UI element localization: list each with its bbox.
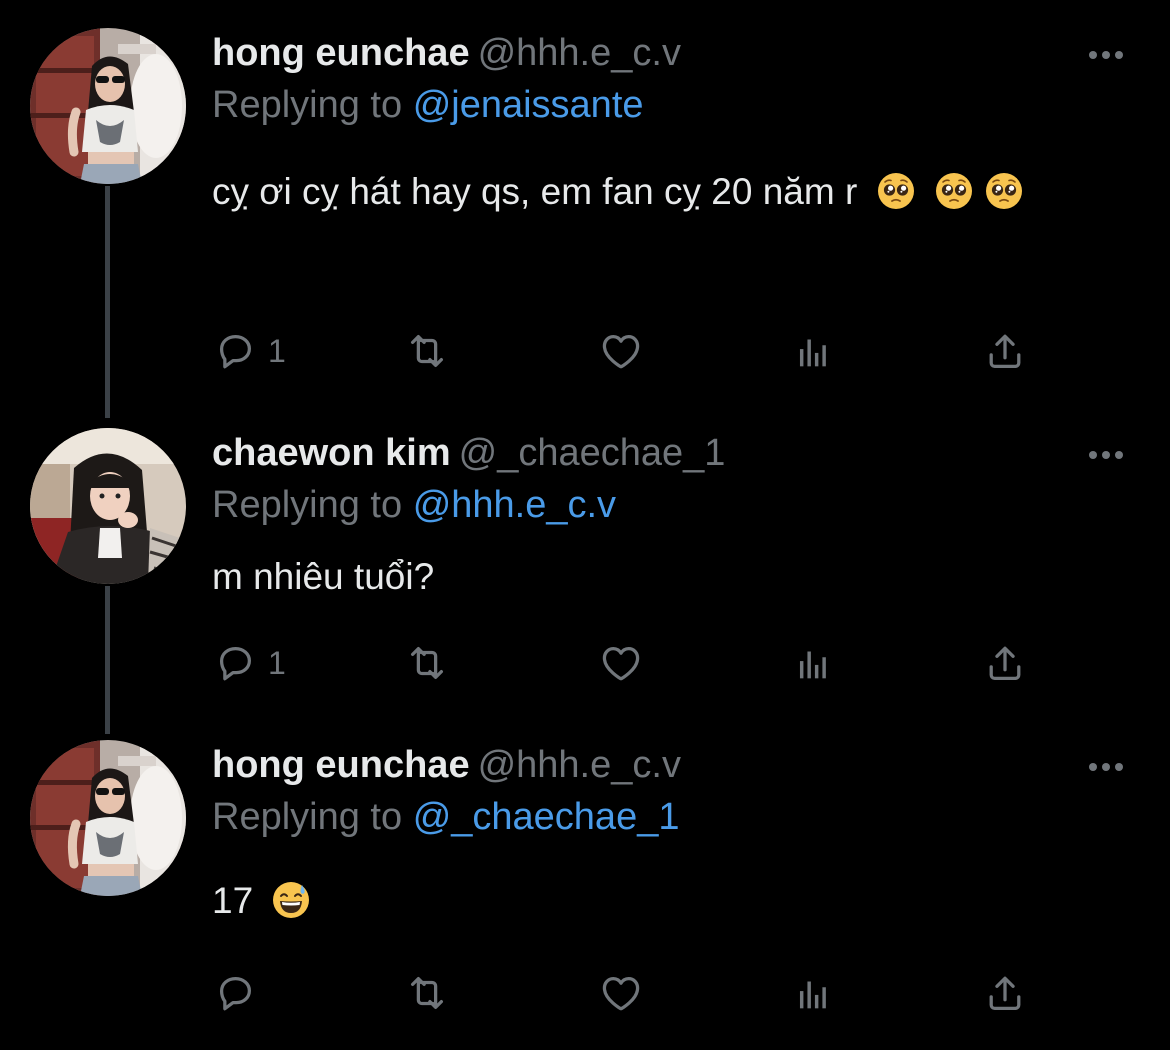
- pleading-face-emoji: [934, 171, 974, 211]
- avatar[interactable]: [30, 428, 186, 584]
- retweet-button[interactable]: [404, 640, 450, 686]
- share-icon: [982, 970, 1028, 1016]
- views-chart-icon: [790, 640, 836, 686]
- user-handle[interactable]: @hhh.e_c.v: [478, 744, 681, 786]
- retweet-icon: [404, 640, 450, 686]
- mention-link[interactable]: @jenaissante: [413, 84, 644, 126]
- reply-button[interactable]: [212, 970, 268, 1016]
- share-icon: [982, 640, 1028, 686]
- replying-to: Replying to @jenaissante: [212, 82, 644, 128]
- tweet-text: m nhiêu tuổi?: [212, 548, 1112, 606]
- tweet[interactable]: chaewon kim @_chaechae_1 Replying to @hhh…: [0, 400, 1170, 710]
- tweet-actions: [212, 970, 1112, 1020]
- reply-count: 1: [268, 644, 286, 681]
- views-button[interactable]: [790, 328, 836, 374]
- reply-button[interactable]: 1: [212, 640, 286, 686]
- replying-to: Replying to @hhh.e_c.v: [212, 482, 616, 528]
- share-icon: [982, 328, 1028, 374]
- tweet-actions: 1: [212, 640, 1112, 690]
- tweet-text: cỵ ơi cỵ hát hay qs, em fan cỵ 20 năm r: [212, 163, 1112, 221]
- display-name[interactable]: hong eunchae: [212, 32, 470, 74]
- tweet-text: 17: [212, 872, 1112, 930]
- retweet-button[interactable]: [404, 970, 450, 1016]
- grinning-sweat-emoji: [271, 880, 311, 920]
- retweet-icon: [404, 970, 450, 1016]
- conversation-thread: hong eunchae @hhh.e_c.v Replying to @jena…: [0, 0, 1170, 1050]
- like-button[interactable]: [598, 640, 644, 686]
- like-button[interactable]: [598, 328, 644, 374]
- tweet-header: hong eunchae @hhh.e_c.v: [212, 30, 681, 76]
- heart-icon: [598, 640, 644, 686]
- views-button[interactable]: [790, 970, 836, 1016]
- replying-prefix: Replying to: [212, 796, 403, 838]
- like-button[interactable]: [598, 970, 644, 1016]
- more-dots-icon[interactable]: [1086, 448, 1126, 462]
- avatar[interactable]: [30, 740, 186, 896]
- reply-icon: [212, 640, 258, 686]
- tweet-header: hong eunchae @hhh.e_c.v: [212, 742, 681, 788]
- replying-prefix: Replying to: [212, 484, 403, 526]
- avatar[interactable]: [30, 28, 186, 184]
- tweet[interactable]: hong eunchae @hhh.e_c.v Replying to @_cha…: [0, 712, 1170, 1050]
- user-handle[interactable]: @hhh.e_c.v: [478, 32, 681, 74]
- heart-icon: [598, 328, 644, 374]
- reply-icon: [212, 970, 258, 1016]
- tweet-text-content: cỵ ơi cỵ hát hay qs, em fan cỵ 20 năm r: [212, 171, 858, 212]
- pleading-face-emoji: [876, 171, 916, 211]
- reply-icon: [212, 328, 258, 374]
- user-handle[interactable]: @_chaechae_1: [459, 432, 726, 474]
- pleading-face-emoji: [984, 171, 1024, 211]
- share-button[interactable]: [982, 970, 1028, 1016]
- display-name[interactable]: hong eunchae: [212, 744, 470, 786]
- display-name[interactable]: chaewon kim: [212, 432, 451, 474]
- more-dots-icon[interactable]: [1086, 760, 1126, 774]
- mention-link[interactable]: @_chaechae_1: [413, 796, 680, 838]
- retweet-icon: [404, 328, 450, 374]
- mention-link[interactable]: @hhh.e_c.v: [413, 484, 616, 526]
- replying-to: Replying to @_chaechae_1: [212, 794, 679, 840]
- tweet-header: chaewon kim @_chaechae_1: [212, 430, 725, 476]
- tweet-text-content: 17: [212, 880, 254, 921]
- heart-icon: [598, 970, 644, 1016]
- tweet-actions: 1: [212, 328, 1112, 378]
- retweet-button[interactable]: [404, 328, 450, 374]
- views-chart-icon: [790, 328, 836, 374]
- views-button[interactable]: [790, 640, 836, 686]
- tweet[interactable]: hong eunchae @hhh.e_c.v Replying to @jena…: [0, 0, 1170, 400]
- share-button[interactable]: [982, 640, 1028, 686]
- tweet-text-content: m nhiêu tuổi?: [212, 556, 435, 597]
- views-chart-icon: [790, 970, 836, 1016]
- more-dots-icon[interactable]: [1086, 48, 1126, 62]
- reply-count: 1: [268, 332, 286, 369]
- reply-button[interactable]: 1: [212, 328, 286, 374]
- share-button[interactable]: [982, 328, 1028, 374]
- replying-prefix: Replying to: [212, 84, 403, 126]
